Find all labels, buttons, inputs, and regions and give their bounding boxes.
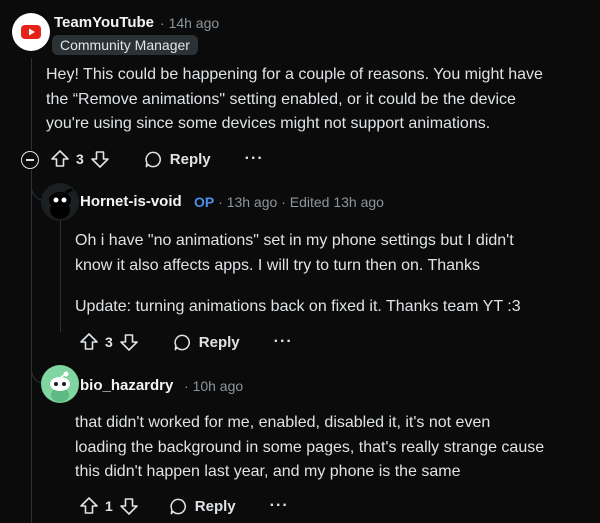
reply-label: Reply: [169, 150, 211, 168]
reply-button[interactable]: Reply: [144, 150, 211, 169]
upvote-arrow-icon[interactable]: [50, 149, 70, 169]
comment-line: you're using since some devices might no…: [46, 115, 491, 132]
comment-line: the “Remove animations" setting enabled,…: [46, 90, 516, 108]
comment-line: Oh i have "no animations" set in my phon…: [75, 232, 514, 249]
thread-line-reply-1: [60, 220, 61, 332]
vote-count: 3: [76, 151, 84, 167]
comment-meta: · 10h ago: [184, 378, 244, 394]
vote-count: 1: [105, 498, 113, 514]
speech-bubble-icon: [174, 334, 190, 350]
snoo-avatar-icon: [50, 371, 70, 402]
youtube-logo-icon: [21, 25, 41, 39]
thread-line-main: [31, 58, 32, 150]
comment-author[interactable]: bio_hazardry: [80, 377, 173, 394]
comment-body: Oh i have "no animations" set in my phon…: [75, 229, 521, 320]
downvote-arrow-icon[interactable]: [90, 149, 110, 169]
comment-author[interactable]: Hornet-is-void: [80, 193, 182, 210]
reply-label: Reply: [194, 497, 236, 515]
comment-actions: 1 Reply ···: [79, 493, 289, 519]
comment-line: know it also affects apps. I will try to…: [75, 256, 480, 274]
avatar[interactable]: [41, 183, 79, 221]
avatar[interactable]: [41, 365, 79, 403]
reply-button[interactable]: Reply: [169, 497, 236, 516]
reply-label: Reply: [198, 333, 240, 351]
speech-bubble-icon: [145, 151, 161, 167]
op-badge: OP: [194, 194, 215, 210]
comment-actions: 3 Reply ···: [50, 146, 264, 172]
edited-label: Edited 13h ago: [289, 194, 384, 210]
reply-button[interactable]: Reply: [173, 333, 240, 352]
thread-line-main-lower: [31, 170, 32, 523]
avatar[interactable]: [12, 13, 50, 51]
comment-body: Hey! This could be happening for a coupl…: [46, 63, 543, 137]
comment-line: that didn't worked for me, enabled, disa…: [75, 414, 491, 431]
comment-body: that didn't worked for me, enabled, disa…: [75, 411, 544, 485]
comment-line: Hey! This could be happening for a coupl…: [46, 66, 543, 83]
speech-bubble-icon: [170, 498, 186, 514]
downvote-arrow-icon[interactable]: [119, 496, 139, 516]
comment-line: loading the background in some pages, th…: [75, 438, 545, 456]
more-options-button[interactable]: ···: [274, 333, 293, 351]
comment-meta: OP · 13h ago · Edited 13h ago: [194, 194, 384, 210]
upvote-arrow-icon[interactable]: [79, 332, 99, 352]
comment-line: Update: turning animations back on fixed…: [75, 298, 521, 315]
comment-time: 14h ago: [168, 15, 220, 31]
downvote-arrow-icon[interactable]: [119, 332, 139, 352]
more-options-button[interactable]: ···: [245, 150, 264, 168]
user-flair: Community Manager: [52, 35, 198, 55]
comment-meta: · 14h ago: [160, 15, 220, 31]
vote-count: 3: [105, 334, 113, 350]
comment-actions: 3 Reply ···: [79, 329, 293, 355]
collapse-icon[interactable]: [21, 151, 39, 169]
comment-author[interactable]: TeamYouTube: [54, 14, 154, 31]
comment-line: this didn't happen last year, and my pho…: [75, 463, 461, 480]
comment-time: 10h ago: [192, 378, 244, 394]
more-options-button[interactable]: ···: [270, 497, 289, 515]
snoo-avatar-icon: [49, 188, 73, 219]
upvote-arrow-icon[interactable]: [79, 496, 99, 516]
comment-time: 13h ago: [226, 194, 278, 210]
